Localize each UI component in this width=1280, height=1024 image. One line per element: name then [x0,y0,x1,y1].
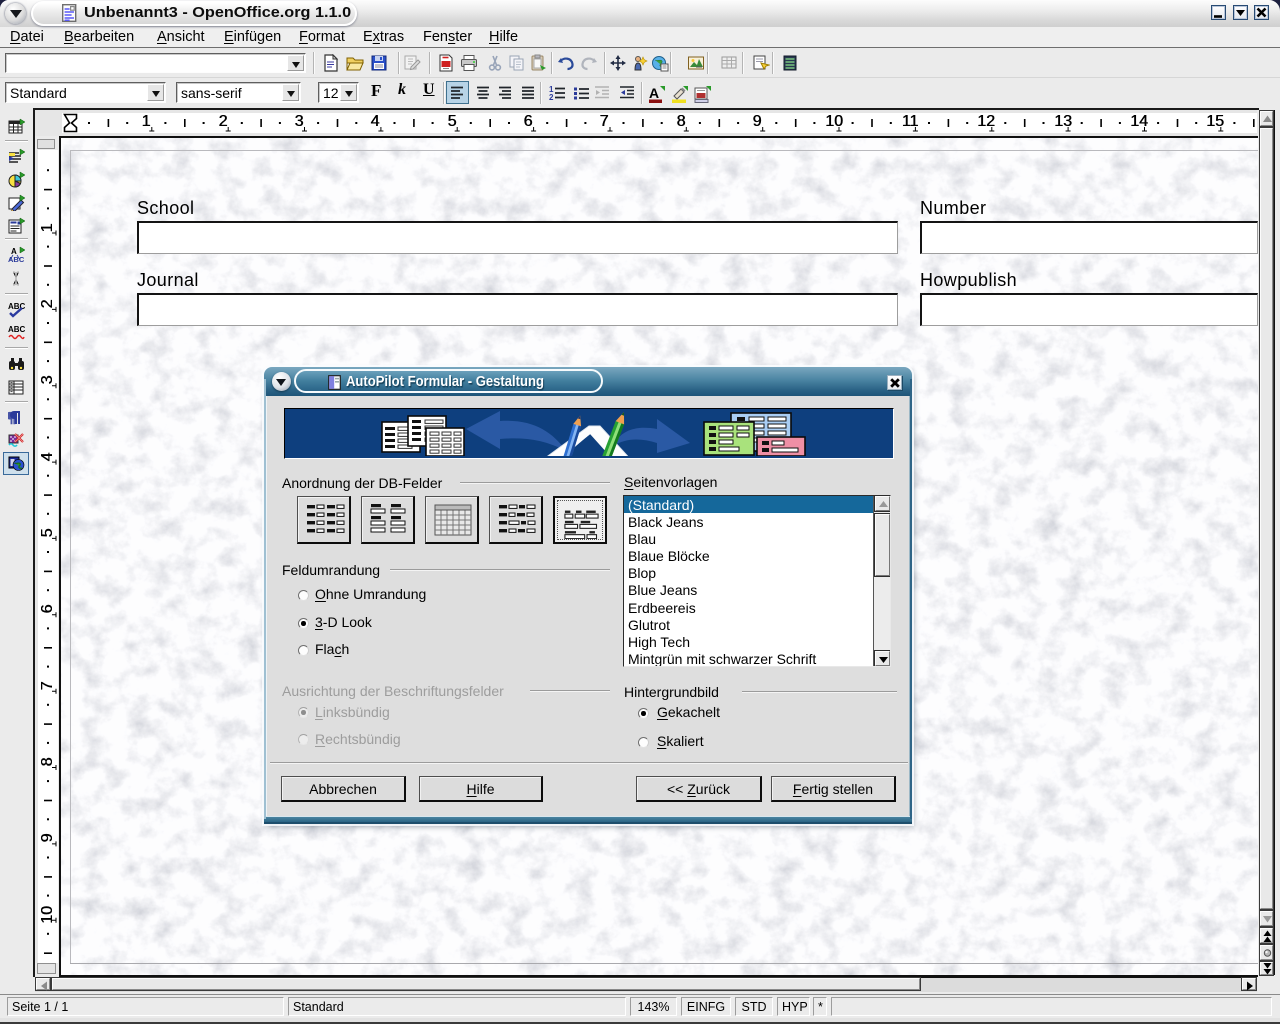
svg-text:ABC: ABC [8,302,25,311]
svg-text:2: 2 [549,93,554,101]
svg-text:ABC: ABC [8,325,25,334]
svg-text:A: A [649,86,659,101]
